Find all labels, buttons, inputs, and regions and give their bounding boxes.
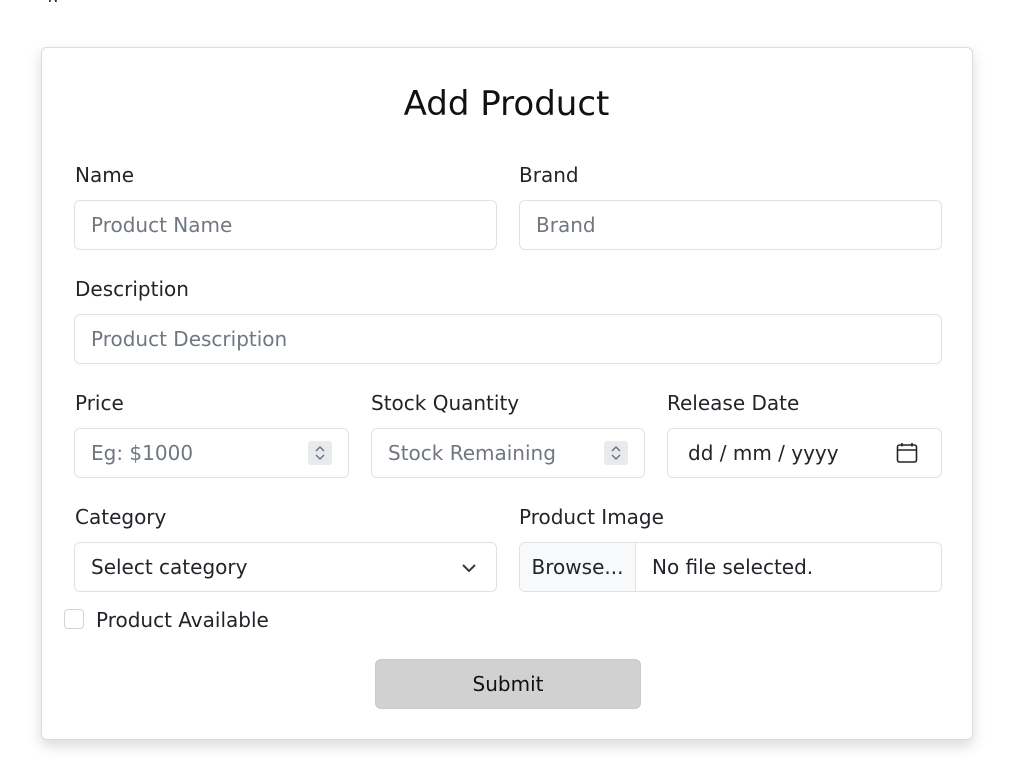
description-placeholder: Product Description [91, 327, 288, 351]
calendar-icon[interactable] [895, 441, 919, 465]
category-label: Category [75, 505, 167, 529]
name-input[interactable]: Product Name [74, 200, 497, 250]
release-date-value: dd / mm / yyyy [688, 441, 839, 465]
name-placeholder: Product Name [91, 213, 233, 237]
brand-placeholder: Brand [536, 213, 596, 237]
category-selected: Select category [91, 555, 248, 579]
product-available-label[interactable]: Product Available [96, 607, 269, 633]
stock-placeholder: Stock Remaining [388, 441, 556, 465]
release-date-input[interactable]: dd / mm / yyyy [667, 428, 942, 478]
chevron-down-icon [460, 558, 478, 576]
description-label: Description [75, 277, 189, 301]
brand-label: Brand [519, 163, 579, 187]
price-label: Price [75, 391, 124, 415]
price-input[interactable]: Eg: $1000 [74, 428, 349, 478]
page-title: Add Product [403, 84, 610, 124]
spinner-arrows-icon[interactable] [604, 441, 628, 465]
description-input[interactable]: Product Description [74, 314, 942, 364]
product-image-label: Product Image [519, 505, 664, 529]
stock-label: Stock Quantity [371, 391, 520, 415]
release-date-label: Release Date [667, 391, 800, 415]
product-available-checkbox[interactable] [64, 609, 84, 629]
category-select[interactable]: Select category [74, 542, 497, 592]
stock-input[interactable]: Stock Remaining [371, 428, 645, 478]
product-image-input[interactable]: Browse... No file selected. [519, 542, 942, 592]
brand-input[interactable]: Brand [519, 200, 942, 250]
submit-button[interactable]: Submit [375, 659, 641, 709]
price-placeholder: Eg: $1000 [91, 441, 194, 465]
top-text-fragment: g [48, 0, 76, 2]
name-label: Name [75, 163, 135, 187]
browse-button[interactable]: Browse... [520, 543, 636, 591]
spinner-arrows-icon[interactable] [308, 441, 332, 465]
file-status: No file selected. [652, 555, 814, 579]
